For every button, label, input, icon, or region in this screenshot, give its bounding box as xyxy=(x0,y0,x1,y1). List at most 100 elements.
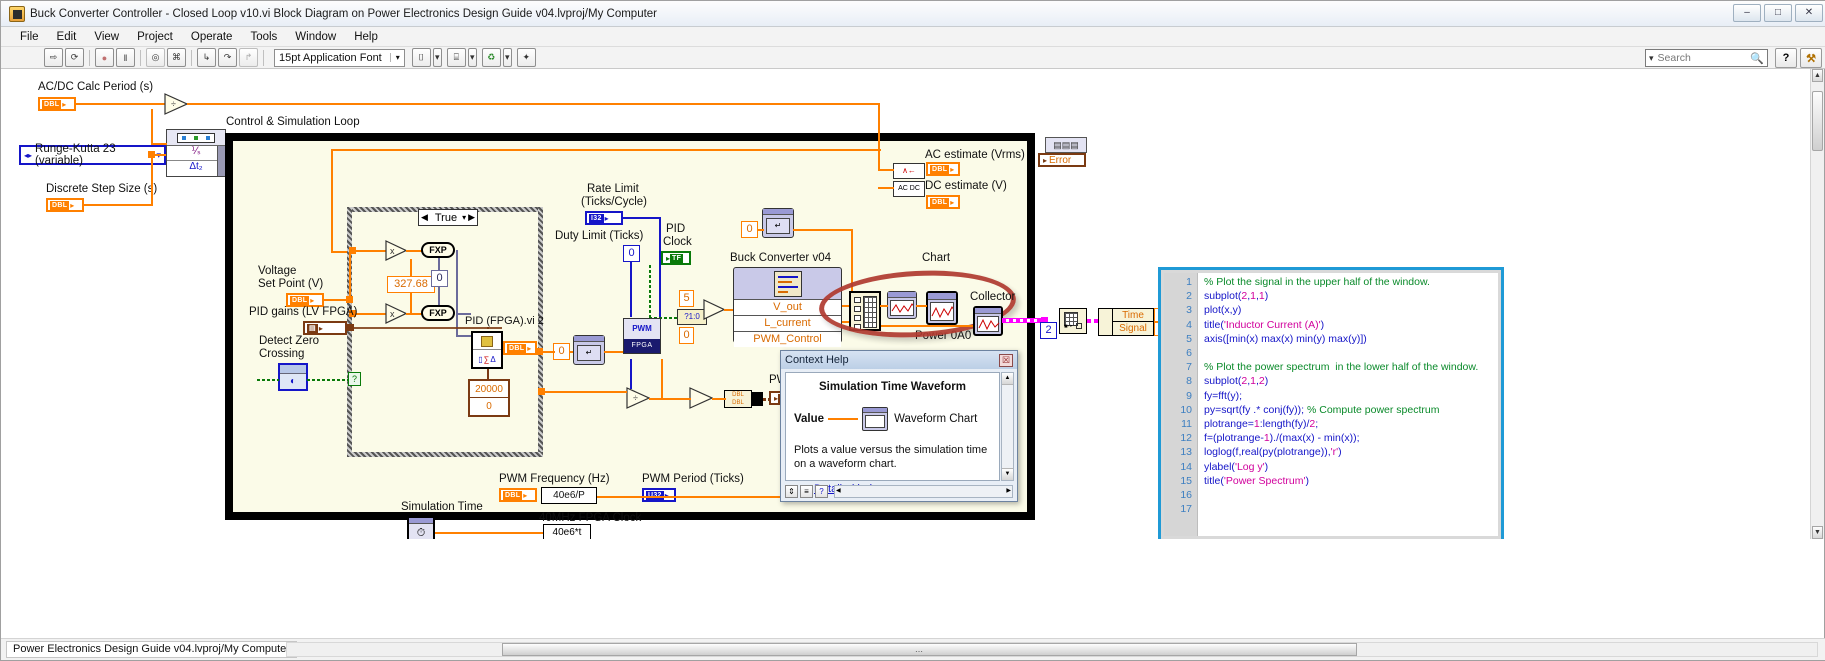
scroll-right-icon[interactable]: ▶ xyxy=(1006,486,1011,497)
context-help-window[interactable]: Context Help ☒ Simulation Time Waveform … xyxy=(780,350,1018,502)
divide-function-2[interactable]: ÷ xyxy=(626,387,651,414)
simple-help-button[interactable]: ≡ xyxy=(800,484,813,498)
detect-zero-crossing-subvi[interactable]: ◐ xyxy=(278,363,308,391)
menu-item-tools[interactable]: Tools xyxy=(241,29,286,45)
select-constant-5[interactable]: 5 xyxy=(679,290,694,307)
ac-dc-calc-period-terminal[interactable]: DBL ▸ xyxy=(38,97,76,111)
matlab-code-line[interactable]: plot(x,y) xyxy=(1204,303,1498,317)
run-button[interactable]: ⇨ xyxy=(44,48,63,67)
reorder-button[interactable]: ♻ xyxy=(481,48,501,67)
context-help-vscrollbar[interactable]: ▲ ▼ xyxy=(1001,372,1014,481)
matlab-code-line[interactable]: title('Power Spectrum') xyxy=(1204,474,1498,488)
collector-node[interactable] xyxy=(973,306,1003,336)
distribute-objects-button[interactable]: ⌸ xyxy=(446,48,466,67)
duty-limit-constant[interactable]: 0 xyxy=(623,245,640,262)
scroll-down-icon[interactable]: ▼ xyxy=(1812,526,1823,539)
pid-output-dbl[interactable]: DBL ▸ xyxy=(503,341,537,355)
error-indicator[interactable]: ▸ Error xyxy=(1038,153,1086,167)
context-help-hscrollbar[interactable]: ◀ ▶ xyxy=(834,484,1013,498)
matlab-code-line[interactable]: py=sqrt(fy .* conj(fy)); % Compute power… xyxy=(1204,403,1498,417)
pwm-frequency-terminal[interactable]: DBL ▸ xyxy=(499,488,537,502)
highlight-execution-button[interactable]: ◎ xyxy=(146,48,165,67)
pwm-frequency-expression-node[interactable]: 40e6/P xyxy=(541,487,597,504)
close-button[interactable]: ✕ xyxy=(1795,4,1823,22)
ac-rms-node[interactable]: ∧← xyxy=(893,163,925,179)
menu-item-help[interactable]: Help xyxy=(345,29,387,45)
feedback-node-1[interactable]: ↵ xyxy=(573,335,605,365)
abort-execution-button[interactable]: ● xyxy=(95,48,114,67)
collector-index-constant[interactable]: 2 xyxy=(1040,322,1057,339)
font-selector[interactable]: 15pt Application Font ▾ xyxy=(274,48,405,67)
menu-item-project[interactable]: Project xyxy=(128,29,182,45)
matlab-code-line[interactable]: axis([min(x) max(x) min(y) max(y)]) xyxy=(1204,332,1498,346)
horizontal-scroll-thumb[interactable] xyxy=(502,643,1357,656)
step-into-button[interactable]: ↳ xyxy=(197,48,216,67)
rate-limit-terminal[interactable]: I32 ▸ xyxy=(585,211,623,225)
pid-gains-cluster-constant[interactable]: 20000 0 xyxy=(468,379,510,417)
menu-item-edit[interactable]: Edit xyxy=(48,29,86,45)
clock-expression-node[interactable]: 40e6*t xyxy=(543,524,591,539)
matlab-code-line[interactable] xyxy=(1204,346,1498,360)
context-help-close-button[interactable]: ☒ xyxy=(999,353,1013,367)
pwm-generator-fpga-node[interactable]: PWM FPGA xyxy=(623,318,661,354)
scroll-left-icon[interactable]: ◀ xyxy=(836,486,841,497)
gain-constant-327-68[interactable]: 327.68 xyxy=(387,276,435,293)
dc-estimate-indicator[interactable]: DBL ▸ xyxy=(926,195,960,209)
run-continuously-button[interactable]: ⟳ xyxy=(65,48,84,67)
matlab-code-line[interactable] xyxy=(1204,488,1498,502)
scroll-down-icon[interactable]: ▼ xyxy=(1002,468,1013,480)
pwm-period-terminal[interactable]: U32 ▸ xyxy=(642,488,676,502)
reorder-caret[interactable]: ▾ xyxy=(502,48,512,67)
zero-constant-a[interactable]: 0 xyxy=(431,270,448,287)
matlab-script-code[interactable]: % Plot the signal in the upper half of t… xyxy=(1198,273,1498,536)
bundle-dbl-node[interactable]: DBL DBL xyxy=(724,390,752,408)
pid-clock-terminal[interactable]: ▸ TF xyxy=(661,251,691,265)
feedback-zero-constant[interactable]: 0 xyxy=(553,343,570,360)
discrete-step-size-terminal[interactable]: DBL ▸ xyxy=(46,198,84,212)
matlab-code-line[interactable]: title('Inductor Current (A)') xyxy=(1204,318,1498,332)
matlab-code-line[interactable]: fy=fft(y); xyxy=(1204,389,1498,403)
menu-item-window[interactable]: Window xyxy=(286,29,345,45)
multiply-function-2[interactable] xyxy=(689,387,714,414)
case-next-icon[interactable]: ▶ xyxy=(466,212,477,223)
matlab-code-line[interactable]: subplot(2,1,2) xyxy=(1204,374,1498,388)
retain-wire-values-button[interactable]: ⌘ xyxy=(167,48,186,67)
matlab-code-line[interactable]: f=(plotrange-1)./(max(x) - min(x)); xyxy=(1204,431,1498,445)
to-fxp-conversion-bottom[interactable]: FXP xyxy=(421,305,455,321)
case-selector[interactable]: ◀ True ▾ ▶ xyxy=(418,209,478,226)
simulation-time-node[interactable]: ⏱ xyxy=(407,516,435,539)
step-over-button[interactable]: ↷ xyxy=(218,48,237,67)
error-cluster-node[interactable]: ▤▤▤ xyxy=(1045,137,1087,153)
solver-method-enum[interactable]: ◂▸ Runge-Kutta 23 (variable) ▾ xyxy=(19,143,166,167)
block-diagram-canvas[interactable]: AC/DC Calc Period (s) DBL ▸ ÷ ◂▸ Runge-Ku… xyxy=(1,69,1812,539)
lock-help-button[interactable]: ⇕ xyxy=(785,484,798,498)
minimize-button[interactable]: – xyxy=(1733,4,1761,22)
canvas-vertical-scrollbar[interactable]: ▲ ▼ xyxy=(1810,69,1824,539)
sim-loop-config-node[interactable]: ⅟ₛ Δt₂ xyxy=(166,129,226,177)
pause-button[interactable]: ‖ xyxy=(116,48,135,67)
align-objects-caret[interactable]: ▾ xyxy=(432,48,442,67)
multiply-function-top[interactable]: x xyxy=(385,240,408,266)
case-question-terminal[interactable]: ? xyxy=(348,372,361,386)
matlab-script-editor[interactable]: 1 2 3 4 5 6 7 8 9 10 11 12 13 14 15 16 17 % Plot the sig… xyxy=(1164,273,1498,536)
menu-item-view[interactable]: View xyxy=(85,29,128,45)
align-objects-button[interactable]: ⌷ xyxy=(411,48,431,67)
case-prev-icon[interactable]: ◀ xyxy=(419,212,430,223)
select-constant-0[interactable]: 0 xyxy=(679,327,694,344)
detailed-help-button[interactable]: ? xyxy=(815,484,828,498)
pid-fpga-subvi[interactable]: ▯ ∑ Δ xyxy=(471,331,503,369)
maximize-button[interactable]: □ xyxy=(1764,4,1792,22)
voltage-set-point-terminal[interactable]: DBL ▸ xyxy=(286,293,324,307)
index-array-node[interactable]: ■‧‣ xyxy=(1059,308,1087,334)
unbundle-time-signal[interactable]: Time Signal xyxy=(1098,308,1154,336)
clean-up-diagram-button[interactable]: ✦ xyxy=(516,48,536,67)
divide-function-1[interactable]: ÷ xyxy=(164,93,189,120)
matlab-code-line[interactable]: % Plot the signal in the upper half of t… xyxy=(1204,275,1498,289)
matlab-code-line[interactable]: subplot(2,1,1) xyxy=(1204,289,1498,303)
distribute-objects-caret[interactable]: ▾ xyxy=(467,48,477,67)
to-fxp-conversion-top[interactable]: FXP xyxy=(421,242,455,258)
vertical-scroll-thumb[interactable] xyxy=(1812,91,1823,151)
matlab-code-line[interactable]: ylabel('Log y') xyxy=(1204,460,1498,474)
menu-item-file[interactable]: File xyxy=(11,29,48,45)
matlab-code-line[interactable]: % Plot the power spectrum in the lower h… xyxy=(1204,360,1498,374)
